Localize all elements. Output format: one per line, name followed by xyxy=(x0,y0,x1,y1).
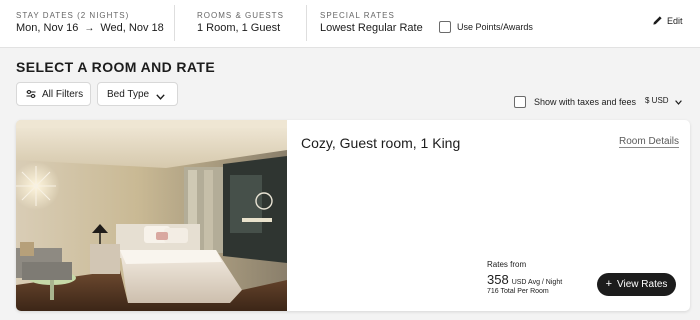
use-points-checkbox[interactable] xyxy=(439,21,451,33)
chevron-down-icon xyxy=(156,92,165,100)
special-rates-label: SPECIAL RATES xyxy=(320,11,395,20)
show-taxes-toggle[interactable]: Show with taxes and fees xyxy=(514,96,636,108)
show-taxes-checkbox[interactable] xyxy=(514,96,526,108)
room-name: Cozy, Guest room, 1 King xyxy=(301,135,461,151)
all-filters-button[interactable]: All Filters xyxy=(16,82,91,106)
special-rates-value: Lowest Regular Rate xyxy=(320,22,423,34)
plus-icon: + xyxy=(605,278,613,290)
rates-from-label: Rates from xyxy=(487,260,527,269)
page-title: SELECT A ROOM AND RATE xyxy=(16,59,216,75)
special-rates-segment[interactable]: SPECIAL RATES Lowest Regular Rate xyxy=(320,0,430,48)
divider xyxy=(306,5,307,41)
arrow-right-icon: → xyxy=(84,22,95,34)
view-rates-label: View Rates xyxy=(617,279,668,290)
sliders-icon xyxy=(26,89,36,99)
pencil-icon xyxy=(652,15,663,26)
show-taxes-label: Show with taxes and fees xyxy=(534,97,637,107)
use-points-label: Use Points/Awards xyxy=(457,22,533,32)
bed-type-label: Bed Type xyxy=(107,88,150,100)
room-photo[interactable] xyxy=(16,120,287,311)
room-details-link[interactable]: Room Details xyxy=(619,136,680,148)
use-points-toggle[interactable]: Use Points/Awards xyxy=(439,21,533,33)
all-filters-label: All Filters xyxy=(42,88,84,100)
edit-label: Edit xyxy=(667,15,683,26)
rooms-guests-label: ROOMS & GUESTS xyxy=(197,11,284,20)
booking-summary-bar: STAY DATES (2 NIGHTS) Mon, Nov 16 → Wed,… xyxy=(0,0,700,48)
edit-button[interactable]: Edit xyxy=(652,15,683,26)
total-price: 716 Total Per Room xyxy=(487,288,549,295)
check-in-date: Mon, Nov 16 xyxy=(16,22,79,34)
rooms-guests-segment[interactable]: ROOMS & GUESTS 1 Room, 1 Guest xyxy=(197,0,303,48)
bed-type-dropdown[interactable]: Bed Type xyxy=(97,82,178,106)
currency-label: $ USD xyxy=(645,96,669,105)
rooms-guests-value: 1 Room, 1 Guest xyxy=(197,22,281,34)
check-out-date: Wed, Nov 18 xyxy=(100,22,164,34)
stay-dates-label: STAY DATES (2 NIGHTS) xyxy=(16,11,130,20)
stay-dates-value: Mon, Nov 16 → Wed, Nov 18 xyxy=(16,22,164,34)
currency-dropdown[interactable]: $ USD xyxy=(645,96,682,105)
chevron-down-icon xyxy=(674,98,682,105)
view-rates-button[interactable]: + View Rates xyxy=(597,273,676,296)
stay-dates-segment[interactable]: STAY DATES (2 NIGHTS) Mon, Nov 16 → Wed,… xyxy=(16,0,172,48)
price-value: 358 xyxy=(487,272,509,287)
price-unit: USD Avg / Night xyxy=(511,279,563,286)
room-card: Cozy, Guest room, 1 King Room Details Ra… xyxy=(16,120,690,311)
divider xyxy=(174,5,175,41)
price-line: 358 USD Avg / Night xyxy=(487,272,562,287)
